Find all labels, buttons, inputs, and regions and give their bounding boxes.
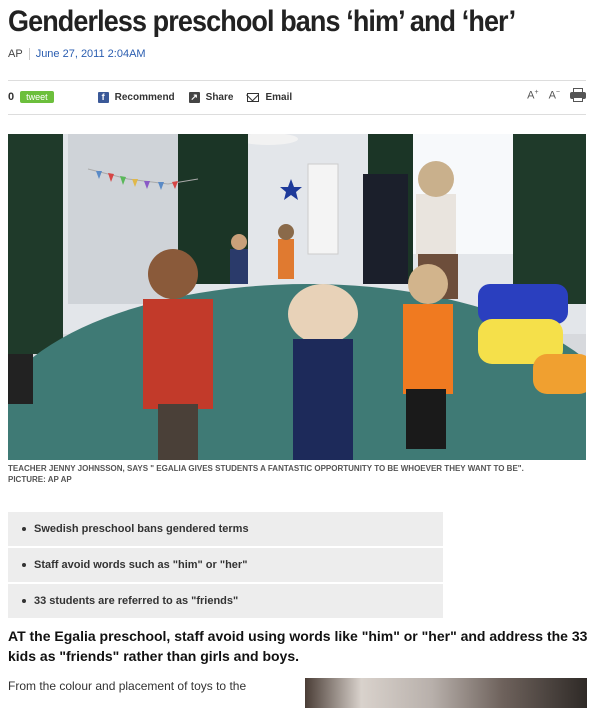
highlight-text: 33 students are referred to as "friends" xyxy=(34,595,239,607)
bullet-icon xyxy=(22,599,26,603)
font-increase-button[interactable]: A+ xyxy=(527,89,538,102)
recommend-button[interactable]: f Recommend xyxy=(97,91,175,103)
facebook-icon: f xyxy=(97,91,109,103)
email-label: Email xyxy=(265,91,293,103)
article-photo xyxy=(8,134,586,460)
divider-top xyxy=(8,80,586,81)
highlight-text: Staff avoid words such as "him" or "her" xyxy=(34,559,248,571)
article-intro: AT the Egalia preschool, staff avoid usi… xyxy=(8,628,588,664)
meta-divider xyxy=(28,48,30,60)
classroom-photo xyxy=(8,134,586,460)
email-icon xyxy=(247,92,260,102)
highlight-item: 33 students are referred to as "friends" xyxy=(8,584,443,618)
divider-bottom xyxy=(8,114,586,115)
article-meta: AP June 27, 2011 2:04AM xyxy=(8,48,146,60)
bullet-icon xyxy=(22,527,26,531)
highlight-text: Swedish preschool bans gendered terms xyxy=(34,523,249,535)
share-button[interactable]: ↗ Share xyxy=(188,91,234,103)
print-icon[interactable] xyxy=(570,88,586,102)
article-headline: Genderless preschool bans ‘him’ and ‘her… xyxy=(8,5,516,38)
inline-photo xyxy=(305,678,587,708)
article-tools: A+ A− xyxy=(527,88,586,102)
share-icon: ↗ xyxy=(188,91,200,103)
tweet-count: 0 xyxy=(8,91,15,103)
minus-icon: − xyxy=(555,88,560,96)
highlight-item: Staff avoid words such as "him" or "her" xyxy=(8,548,443,582)
article-body: From the colour and placement of toys to… xyxy=(8,679,247,693)
font-decrease-button[interactable]: A− xyxy=(549,89,560,102)
plus-icon: + xyxy=(534,88,539,96)
email-button[interactable]: Email xyxy=(247,92,292,103)
tweet-button[interactable]: tweet xyxy=(20,91,54,103)
bullet-icon xyxy=(22,563,26,567)
font-decrease-label: A xyxy=(548,89,556,102)
recommend-label: Recommend xyxy=(114,91,175,103)
article-date: June 27, 2011 2:04AM xyxy=(35,48,146,60)
story-highlights: Swedish preschool bans gendered terms St… xyxy=(8,512,443,620)
photo-credit: PICTURE: AP AP xyxy=(8,475,72,484)
photo-caption-text: TEACHER JENNY JOHNSSON, SAYS " EGALIA GI… xyxy=(8,464,524,473)
photo-caption: TEACHER JENNY JOHNSSON, SAYS " EGALIA GI… xyxy=(8,463,588,485)
share-bar: 0 tweet f Recommend ↗ Share Email xyxy=(8,86,586,108)
article-source: AP xyxy=(8,48,23,60)
highlight-item: Swedish preschool bans gendered terms xyxy=(8,512,443,546)
share-label: Share xyxy=(205,91,234,103)
